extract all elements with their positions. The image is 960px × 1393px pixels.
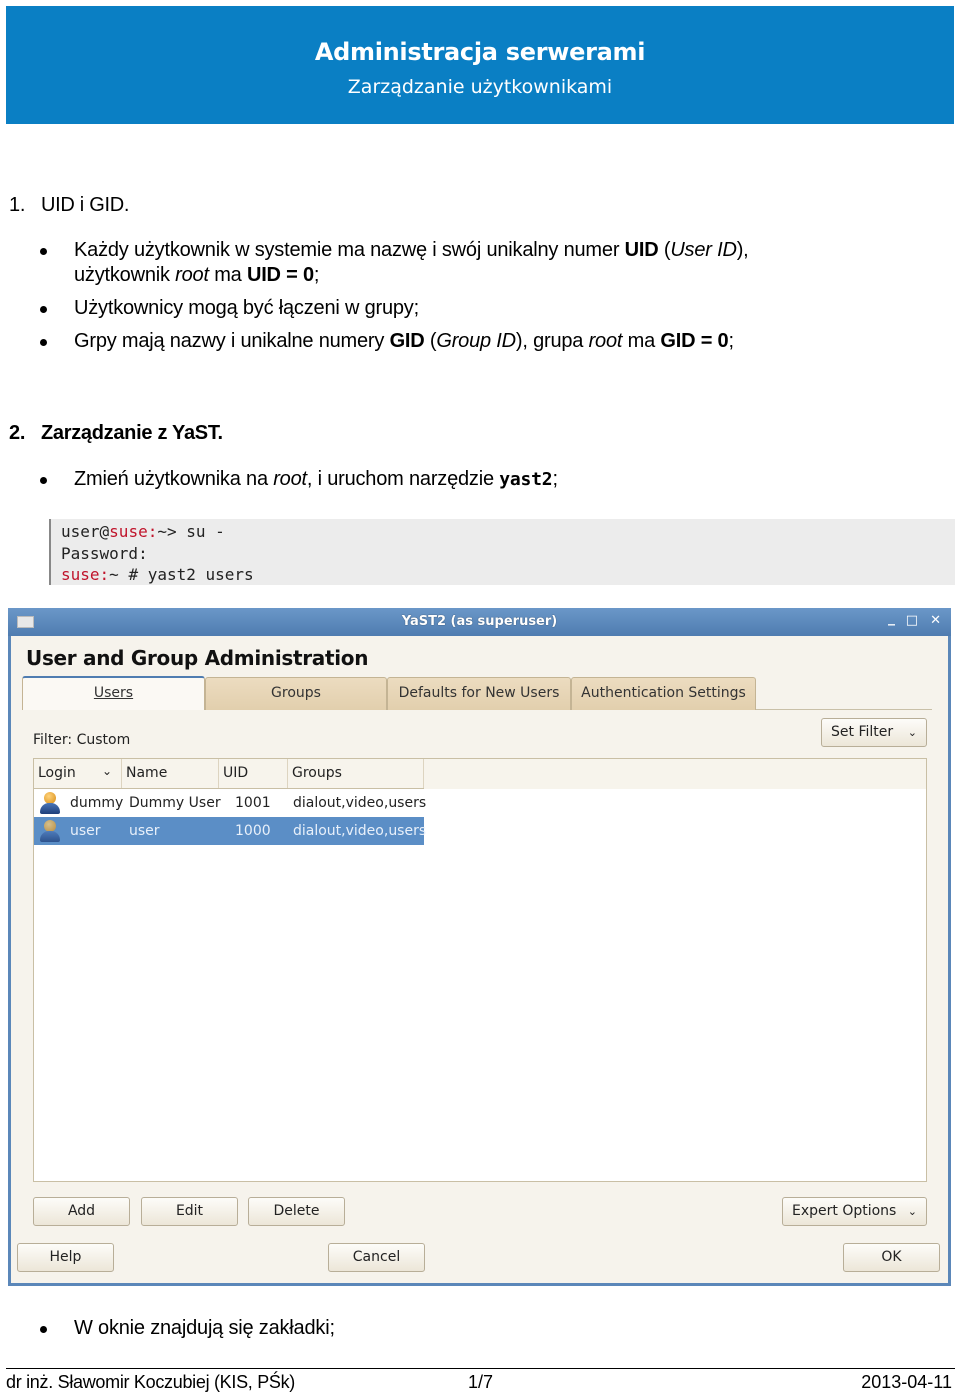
window-title: YaST2 (as superuser) [401, 614, 558, 629]
table-header: Login ⌄ Name UID Groups [34, 759, 926, 789]
cell-login: dummy [70, 795, 124, 811]
section-2-heading: 2. Zarządzanie z YaST. [9, 422, 223, 445]
bullet-text: W oknie znajdują się zakładki; [74, 1317, 335, 1339]
chevron-down-icon: ⌄ [907, 726, 917, 739]
expert-options-button[interactable]: Expert Options ⌄ [782, 1197, 927, 1226]
bullet-text-line1: Każdy użytkownik w systemie ma nazwę i s… [74, 239, 749, 261]
column-header-name[interactable]: Name [122, 759, 219, 788]
cell-groups: dialout,video,users [293, 823, 427, 839]
tab-groups[interactable]: Groups [205, 677, 387, 710]
table-row[interactable]: dummy Dummy User 1001 dialout,video,user… [34, 789, 427, 817]
set-filter-button[interactable]: Set Filter ⌄ [821, 718, 927, 747]
bullet-text: Grpy mają nazwy i unikalne numery GID (G… [74, 330, 734, 352]
users-table[interactable]: Login ⌄ Name UID Groups dummy Dummy User… [33, 758, 927, 1182]
user-icon [40, 820, 60, 842]
footer-page-number: 1/7 [468, 1372, 494, 1392]
code-line: user@suse:~> su - [61, 522, 225, 541]
section-number: 1. [9, 194, 26, 216]
bullet-tabs: W oknie znajdują się zakładki; [40, 1316, 920, 1341]
cell-login: user [70, 823, 101, 839]
cell-name: Dummy User [129, 795, 221, 811]
cell-uid: 1000 [235, 823, 271, 839]
sort-chevron-icon: ⌄ [102, 764, 113, 778]
ok-button[interactable]: OK [843, 1243, 940, 1272]
delete-button[interactable]: Delete [248, 1197, 345, 1226]
maximize-icon[interactable]: □ [906, 613, 918, 628]
bullet-text: Użytkownicy mogą być łączeni w grupy; [74, 297, 419, 319]
window-client-area: User and Group Administration Users Grou… [11, 636, 948, 1283]
minimize-icon[interactable]: _ [888, 610, 895, 626]
tab-authentication-settings[interactable]: Authentication Settings [571, 677, 756, 710]
user-icon [40, 792, 60, 814]
document-subtitle: Zarządzanie użytkownikami [347, 76, 613, 98]
add-button[interactable]: Add [33, 1197, 130, 1226]
bullet-text: Zmień użytkownika na root, i uruchom nar… [74, 468, 558, 490]
filter-label: Filter: Custom [33, 732, 131, 748]
cell-uid: 1001 [235, 795, 271, 811]
code-line: suse:~ # yast2 users [61, 565, 254, 584]
set-filter-label: Set Filter [831, 724, 894, 740]
footer-author: dr inż. Sławomir Koczubiej (KIS, PŚk) [6, 1372, 295, 1392]
section-title: UID i GID. [41, 194, 130, 216]
chevron-down-icon: ⌄ [907, 1205, 917, 1218]
tab-bar: Users Groups Defaults for New Users Auth… [22, 676, 932, 710]
column-label: Login [38, 765, 76, 781]
yast-window: YaST2 (as superuser) _ □ ✕ User and Grou… [8, 608, 951, 1286]
section-number: 2. [9, 422, 26, 444]
bullet-icon [40, 306, 47, 313]
section-1-heading: 1. UID i GID. [9, 194, 129, 217]
bullet-uid: Każdy użytkownik w systemie ma nazwę i s… [40, 238, 920, 288]
cell-groups: dialout,video,users [293, 795, 427, 811]
footer-date: 2013-04-11 [861, 1372, 952, 1392]
column-header-login[interactable]: Login ⌄ [34, 759, 122, 788]
bullet-icon [40, 339, 47, 346]
expert-options-label: Expert Options [792, 1203, 897, 1219]
dialog-heading: User and Group Administration [26, 646, 369, 670]
bullet-icon [40, 477, 47, 484]
tab-label: Users [93, 685, 134, 701]
cancel-button[interactable]: Cancel [328, 1243, 425, 1272]
code-block: user@suse:~> su - Password: suse:~ # yas… [49, 519, 955, 585]
bullet-gid: Grpy mają nazwy i unikalne numery GID (G… [40, 329, 920, 354]
cell-name: user [129, 823, 160, 839]
code-line: Password: [61, 543, 148, 563]
section-title: Zarządzanie z YaST. [41, 422, 223, 444]
close-icon[interactable]: ✕ [930, 613, 941, 628]
bullet-yast: Zmień użytkownika na root, i uruchom nar… [40, 467, 920, 492]
edit-button[interactable]: Edit [141, 1197, 238, 1226]
tab-users[interactable]: Users [22, 676, 205, 710]
column-header-uid[interactable]: UID [219, 759, 288, 788]
table-row-selected[interactable]: user user 1000 dialout,video,users [34, 817, 427, 845]
window-titlebar[interactable]: YaST2 (as superuser) _ □ ✕ [8, 608, 951, 636]
bullet-groups: Użytkownicy mogą być łączeni w grupy; [40, 296, 920, 321]
bullet-icon [40, 248, 47, 255]
tab-defaults-new-users[interactable]: Defaults for New Users [387, 677, 571, 710]
column-header-groups[interactable]: Groups [288, 759, 424, 788]
document-header: Administracja serwerami Zarządzanie użyt… [6, 6, 954, 124]
document-title: Administracja serwerami [314, 38, 646, 66]
bullet-icon [40, 1326, 47, 1333]
footer-divider [6, 1368, 955, 1369]
bullet-text-line2: użytkownik root ma UID = 0; [74, 264, 320, 286]
help-button[interactable]: Help [17, 1243, 114, 1272]
